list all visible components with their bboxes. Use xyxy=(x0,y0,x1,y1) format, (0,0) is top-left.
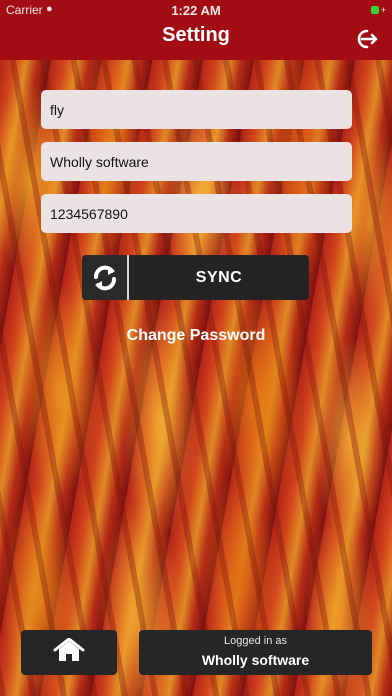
nav-bar: Setting xyxy=(0,20,392,60)
sync-icon xyxy=(82,255,129,300)
home-button[interactable] xyxy=(21,630,117,675)
status-bar: Carrier ● 1:22 AM + xyxy=(0,0,392,20)
phone-field[interactable] xyxy=(41,194,352,233)
company-field[interactable] xyxy=(41,142,352,181)
logged-in-username: Wholly software xyxy=(201,652,310,668)
sync-button[interactable]: SYNC xyxy=(82,255,309,300)
sync-label: SYNC xyxy=(195,268,243,286)
battery-icon: + xyxy=(370,5,386,15)
logged-in-caption: Logged in as xyxy=(224,635,287,647)
home-icon xyxy=(53,637,85,667)
top-bar: Carrier ● 1:22 AM + Setting xyxy=(0,0,392,60)
change-password-link[interactable]: Change Password xyxy=(0,327,392,345)
logged-in-user-box: Logged in as Wholly software xyxy=(139,630,372,675)
username-field[interactable] xyxy=(41,90,352,129)
status-time: 1:22 AM xyxy=(171,3,221,18)
logout-icon[interactable] xyxy=(354,28,378,50)
page-title: Setting xyxy=(162,24,230,46)
